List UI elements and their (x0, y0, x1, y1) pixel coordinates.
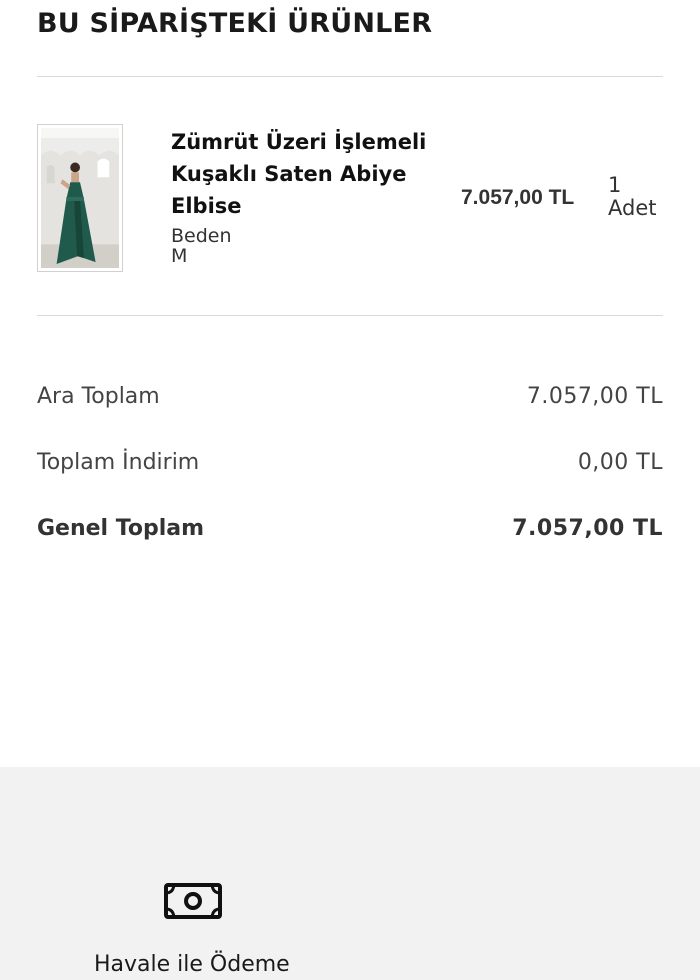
grand-total-label: Genel Toplam (37, 516, 205, 541)
discount-label: Toplam İndirim (37, 450, 200, 475)
payment-method-panel: Havale ile Ödeme (0, 767, 700, 980)
product-image[interactable] (37, 124, 123, 272)
item-price: 7.057,00 TL (461, 186, 575, 209)
subtotal-row: Ara Toplam 7.057,00 TL (37, 380, 663, 414)
discount-row: Toplam İndirim 0,00 TL (37, 446, 663, 480)
quantity-unit: Adet (608, 196, 657, 220)
product-name[interactable]: Zümrüt Üzeri İşlemeli Kuşaklı Saten Abiy… (171, 126, 441, 222)
grand-total-row: Genel Toplam 7.057,00 TL (37, 512, 663, 546)
subtotal-value: 7.057,00 TL (526, 384, 663, 409)
grand-total-value: 7.057,00 TL (512, 516, 663, 541)
green-satin-dress-photo (41, 128, 119, 268)
discount-value: 0,00 TL (577, 450, 663, 475)
item-quantity: 1 Adet (608, 174, 656, 220)
subtotal-label: Ara Toplam (37, 384, 160, 409)
payment-method-label[interactable]: Havale ile Ödeme (94, 950, 290, 980)
cash-icon (164, 883, 222, 919)
quantity-value: 1 (608, 173, 622, 197)
divider (37, 76, 663, 77)
order-item-row: Zümrüt Üzeri İşlemeli Kuşaklı Saten Abiy… (37, 122, 663, 277)
divider (37, 315, 663, 316)
variant-value: M (171, 245, 188, 267)
variant-label: Beden (171, 225, 232, 247)
order-items-title: BU SİPARİŞTEKİ ÜRÜNLER (37, 8, 433, 39)
